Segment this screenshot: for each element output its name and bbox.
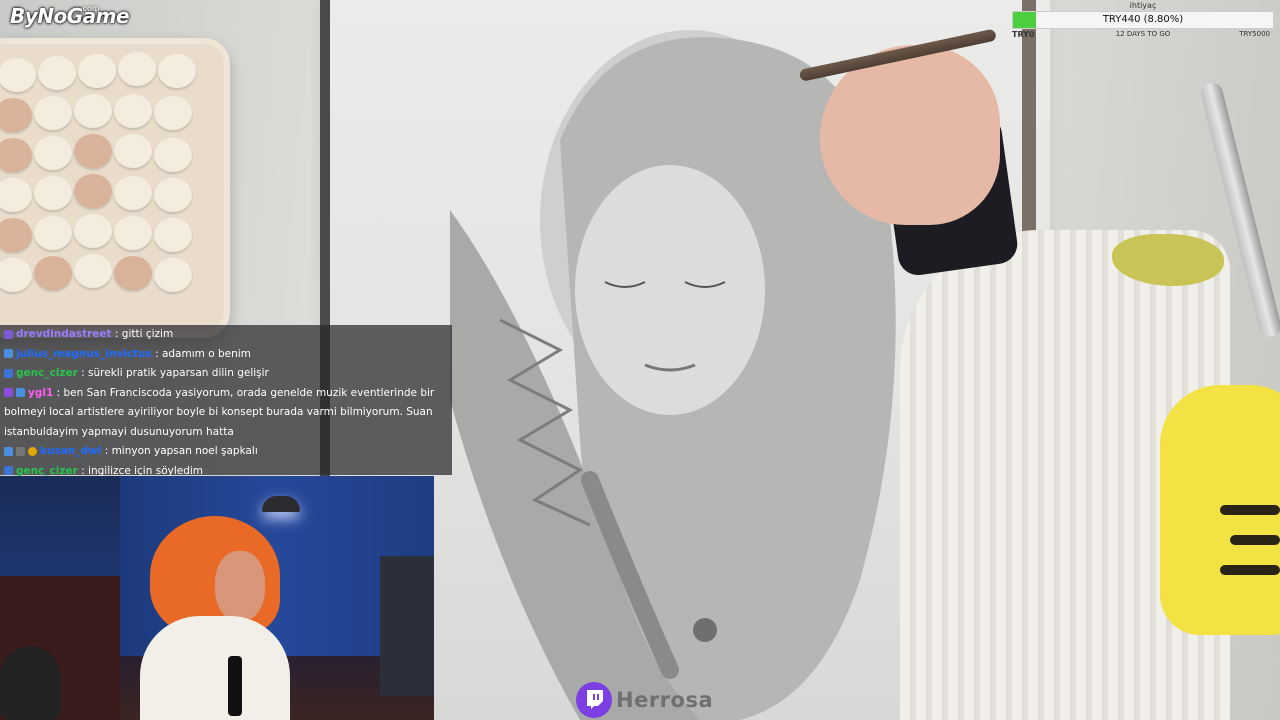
chat-username[interactable]: genc_cizer — [16, 367, 78, 379]
keyboard — [0, 38, 230, 338]
coin-badge-icon — [28, 446, 37, 456]
star-badge-icon — [4, 368, 13, 378]
chat-username[interactable]: kusan_dwl — [40, 445, 101, 457]
subscriber-badge-icon — [4, 329, 13, 339]
chat-overlay: drevdindastreet : gitti çizim julius_mag… — [0, 325, 452, 477]
chat-text: : ingilizce için söyledim — [81, 464, 204, 477]
goal-target: TRY5000 — [1239, 30, 1270, 38]
microphone-icon — [228, 656, 242, 716]
badge-icon — [16, 388, 25, 397]
chat-username[interactable]: julius_magnus_invictus — [16, 348, 152, 360]
chat-message: julius_magnus_invictus : adamım o benim — [0, 345, 452, 365]
badge-icon — [4, 349, 13, 358]
logo-text: ByNoGame — [10, 4, 130, 28]
webcam-shelf — [380, 556, 434, 696]
logo-sub: .com — [80, 4, 100, 13]
chat-username[interactable]: ygl1 — [28, 387, 53, 399]
chat-text: : sürekli pratik yaparsan dilin gelişir — [81, 367, 269, 379]
badge-icon — [4, 446, 13, 456]
chat-username[interactable]: genc_cizer — [16, 465, 78, 477]
watermark-name: Herrosa — [616, 688, 714, 712]
gift-badge-icon — [16, 446, 25, 456]
streamer-face — [215, 551, 265, 621]
streamer-body — [140, 616, 290, 720]
goal-progress-bar: TRY440 (8.80%) — [1012, 11, 1274, 29]
chat-message: ygl1 : ben San Franciscoda yasiyorum, or… — [0, 384, 452, 443]
chat-message: drevdindastreet : gitti çizim — [0, 325, 452, 345]
webcam-overlay — [0, 476, 434, 720]
channel-logo: ByNoGame — [10, 4, 130, 28]
star-badge-icon — [4, 466, 13, 475]
chat-username[interactable]: drevdindastreet — [16, 328, 112, 340]
chat-message: kusan_dwl : minyon yapsan noel şapkalı — [0, 442, 452, 462]
goal-days: 12 DAYS TO GO — [1115, 30, 1171, 38]
goal-title: ihtiyaç — [1129, 1, 1157, 10]
chat-text: : minyon yapsan noel şapkalı — [104, 445, 258, 457]
tiger-toy — [1160, 385, 1280, 635]
chat-text: : adamım o benim — [155, 347, 251, 360]
chat-text: : ben San Franciscoda yasiyorum, orada g… — [4, 386, 435, 438]
penguin-plush — [0, 646, 60, 720]
twitch-icon — [576, 682, 612, 718]
chat-text: : gitti çizim — [114, 328, 174, 340]
star-badge-icon — [4, 388, 13, 397]
donation-goal: ihtiyaç TRY440 (8.80%) TRY0 12 DAYS TO G… — [1012, 0, 1274, 42]
lamp-icon — [262, 496, 300, 512]
goal-value: TRY440 (8.80%) — [1102, 14, 1184, 25]
chat-message: genc_cizer : sürekli pratik yaparsan dil… — [0, 364, 452, 384]
